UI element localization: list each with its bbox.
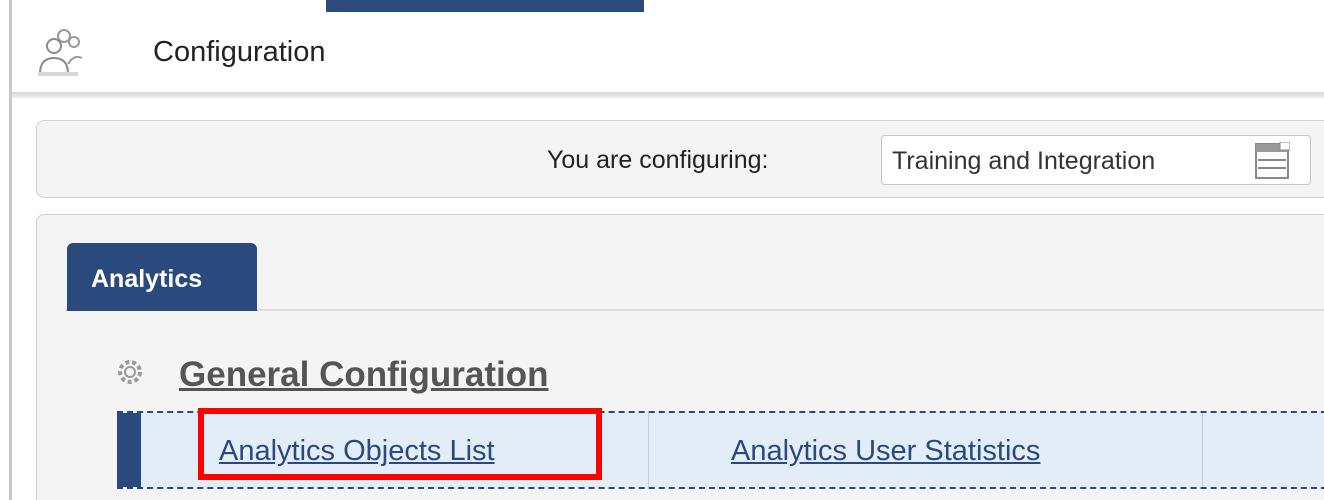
configuring-label: You are configuring: (547, 146, 769, 174)
section-title-general-configuration[interactable]: General Configuration (179, 355, 548, 395)
link-cell-analytics-user-statistics: Analytics User Statistics (649, 413, 1203, 487)
configuring-bar: You are configuring: Training and Integr… (36, 120, 1324, 198)
configuring-select[interactable]: Training and Integration (881, 135, 1311, 185)
gear-icon (118, 360, 142, 384)
header: Configuration (12, 12, 1324, 94)
users-icon (38, 29, 83, 76)
picker-icon[interactable] (1254, 142, 1290, 180)
page-title: Configuration (153, 36, 326, 68)
page: Configuration You are configuring: Train… (0, 0, 1324, 500)
link-analytics-user-statistics[interactable]: Analytics User Statistics (731, 435, 1040, 468)
link-row-accent (117, 413, 141, 487)
tab-analytics[interactable]: Analytics (67, 243, 257, 311)
header-divider (12, 92, 1324, 98)
configuring-select-value: Training and Integration (892, 147, 1156, 175)
highlight-box (198, 408, 602, 480)
top-tab-indicator[interactable] (326, 0, 644, 12)
